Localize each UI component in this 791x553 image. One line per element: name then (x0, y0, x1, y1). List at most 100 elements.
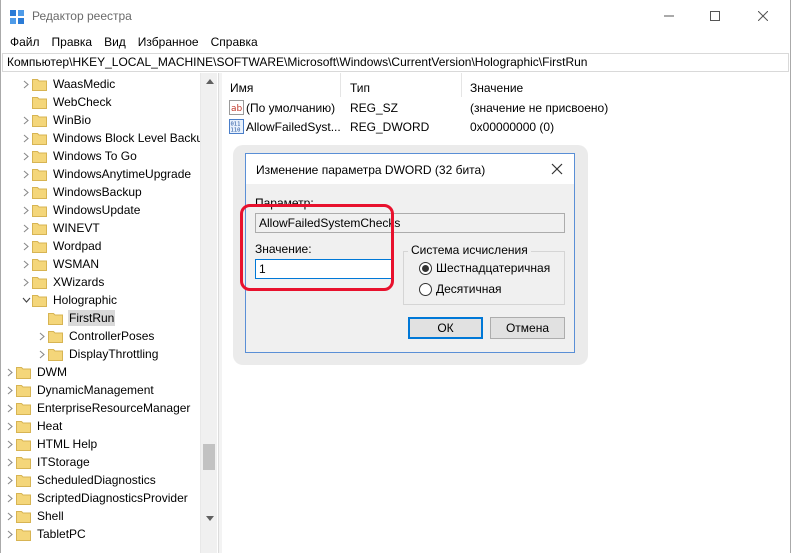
folder-icon (32, 168, 47, 181)
folder-icon (16, 528, 31, 541)
chevron-right-icon[interactable] (4, 507, 16, 525)
folder-icon (32, 114, 47, 127)
close-button[interactable] (740, 0, 786, 32)
tree-item[interactable]: Windows Block Level Backu (20, 129, 204, 147)
tree-item[interactable]: Windows To Go (20, 147, 138, 165)
radio-checked-icon[interactable] (419, 261, 432, 275)
dialog-close-icon[interactable] (550, 162, 564, 176)
chevron-right-icon[interactable] (20, 219, 32, 237)
column-header-value[interactable]: Значение (462, 79, 523, 97)
radio-unchecked-icon[interactable] (419, 282, 432, 296)
tree-item[interactable]: ITStorage (4, 453, 91, 471)
folder-icon (16, 420, 31, 433)
tree-item-label: Heat (37, 419, 63, 433)
scroll-up-icon[interactable] (201, 73, 218, 90)
tree-item[interactable]: WebCheck (20, 93, 112, 111)
value-name: (По умолчанию) (246, 101, 336, 115)
folder-icon (16, 474, 31, 487)
folder-icon (32, 132, 47, 145)
chevron-right-icon[interactable] (4, 471, 16, 489)
tree-item-label: Shell (37, 509, 64, 523)
folder-icon (32, 222, 47, 235)
column-header-name[interactable]: Имя (222, 79, 253, 97)
tree-item[interactable]: Heat (4, 417, 63, 435)
tree-item[interactable]: FirstRun (36, 309, 116, 327)
chevron-right-icon[interactable] (4, 381, 16, 399)
dialog-title: Изменение параметра DWORD (32 бита) (256, 163, 486, 177)
tree-item[interactable]: DynamicManagement (4, 381, 155, 399)
tree-item-label: EnterpriseResourceManager (37, 401, 191, 415)
tree-item[interactable]: WaasMedic (20, 75, 116, 93)
tree-item[interactable]: ScheduledDiagnostics (4, 471, 157, 489)
menu-edit[interactable]: Правка (46, 33, 99, 52)
chevron-right-icon[interactable] (20, 183, 32, 201)
chevron-right-icon[interactable] (20, 255, 32, 273)
tree-item[interactable]: TabletPC (4, 525, 87, 543)
tree-item[interactable]: Holographic (20, 291, 118, 309)
chevron-right-icon[interactable] (20, 75, 32, 93)
chevron-right-icon[interactable] (20, 147, 32, 165)
chevron-right-icon[interactable] (36, 345, 48, 363)
folder-icon (48, 330, 63, 343)
chevron-right-icon[interactable] (20, 237, 32, 255)
minimize-button[interactable] (646, 0, 692, 32)
tree-item-label: Windows To Go (53, 149, 137, 163)
menu-help[interactable]: Справка (205, 33, 264, 52)
tree-item[interactable]: DisplayThrottling (36, 345, 159, 363)
value-row[interactable]: ab (По умолчанию) REG_SZ (значение не пр… (222, 99, 789, 117)
tree-item[interactable]: HTML Help (4, 435, 98, 453)
tree-item[interactable]: DWM (4, 363, 68, 381)
tree-item[interactable]: Wordpad (20, 237, 102, 255)
scrollbar-thumb[interactable] (203, 444, 215, 470)
value-type: REG_DWORD (350, 120, 430, 134)
chevron-right-icon[interactable] (4, 453, 16, 471)
tree-item[interactable]: WindowsUpdate (20, 201, 141, 219)
chevron-right-icon[interactable] (4, 525, 16, 543)
menu-file[interactable]: Файл (4, 33, 46, 52)
tree-item-label: WINEVT (53, 221, 100, 235)
tree-item[interactable]: ControllerPoses (36, 327, 155, 345)
menu-view[interactable]: Вид (98, 33, 132, 52)
chevron-right-icon[interactable] (20, 273, 32, 291)
radio-hexadecimal[interactable]: Шестнадцатеричная (419, 260, 550, 276)
chevron-right-icon[interactable] (4, 435, 16, 453)
tree-item[interactable]: XWizards (20, 273, 105, 291)
tree-item[interactable]: EnterpriseResourceManager (4, 399, 191, 417)
address-bar[interactable]: Компьютер\HKEY_LOCAL_MACHINE\SOFTWARE\Mi… (2, 53, 789, 72)
radio-decimal[interactable]: Десятичная (419, 281, 502, 297)
folder-icon (48, 348, 63, 361)
chevron-right-icon[interactable] (20, 129, 32, 147)
tree-item[interactable]: Shell (4, 507, 65, 525)
chevron-right-icon[interactable] (4, 399, 16, 417)
tree-item[interactable]: WindowsAnytimeUpgrade (20, 165, 192, 183)
column-header-type[interactable]: Тип (342, 79, 370, 97)
chevron-right-icon[interactable] (20, 165, 32, 183)
folder-icon (48, 312, 63, 325)
ok-button[interactable]: ОК (408, 317, 483, 339)
folder-icon (32, 276, 47, 289)
chevron-down-icon[interactable] (20, 291, 32, 309)
tree-item[interactable]: WSMAN (20, 255, 100, 273)
tree-scrollbar[interactable] (200, 73, 217, 553)
registry-editor-icon (9, 9, 25, 25)
tree-item[interactable]: ScriptedDiagnosticsProvider (4, 489, 189, 507)
tree-item-label: XWizards (53, 275, 105, 289)
cancel-button[interactable]: Отмена (490, 317, 565, 339)
tree-item-label: DynamicManagement (37, 383, 154, 397)
maximize-button[interactable] (692, 0, 738, 32)
chevron-right-icon[interactable] (4, 417, 16, 435)
scroll-down-icon[interactable] (201, 510, 218, 527)
chevron-right-icon[interactable] (20, 201, 32, 219)
tree-item[interactable]: WINEVT (20, 219, 101, 237)
folder-icon (32, 294, 47, 307)
tree-item[interactable]: WinBio (20, 111, 92, 129)
svg-text:ab: ab (231, 104, 243, 114)
column-divider[interactable] (340, 73, 341, 97)
chevron-right-icon[interactable] (20, 111, 32, 129)
chevron-right-icon[interactable] (4, 363, 16, 381)
menu-favorites[interactable]: Избранное (132, 33, 205, 52)
value-row[interactable]: 011 110 AllowFailedSyst... REG_DWORD 0x0… (222, 118, 789, 136)
chevron-right-icon[interactable] (36, 327, 48, 345)
tree-item[interactable]: WindowsBackup (20, 183, 143, 201)
chevron-right-icon[interactable] (4, 489, 16, 507)
